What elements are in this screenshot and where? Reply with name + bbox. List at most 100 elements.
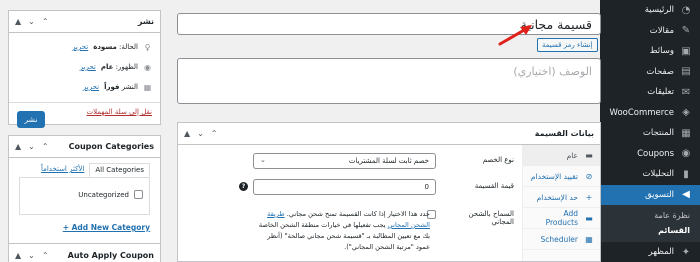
tab-scheduler[interactable]: ▦ Scheduler <box>523 229 600 250</box>
help-icon[interactable]: ? <box>239 182 248 191</box>
amount-label: قيمة القسيمة <box>474 182 514 190</box>
discount-type-select[interactable]: خصم ثابت لسلة المشتريات ⌄ <box>253 153 436 169</box>
menu-item-coupons[interactable]: ◉ Coupons <box>600 144 700 165</box>
restriction-icon: ⊘ <box>585 171 593 181</box>
status-text: الحالة: مسودة <box>93 43 138 51</box>
tab-all-categories[interactable]: All Categories <box>89 163 150 177</box>
pages-icon: ▤ <box>681 66 691 78</box>
visibility-row: ◉ الظهور: عام تحرير <box>17 61 152 73</box>
tab-usage-limits[interactable]: + حد الإستخدام <box>523 187 600 208</box>
submenu-overview[interactable]: نظرة عامة <box>600 208 700 223</box>
schedule-row: ▦ النشر فوراً تحرير <box>17 81 152 93</box>
schedule-text: النشر فوراً <box>104 83 138 91</box>
toggle-icon[interactable]: ▲ <box>184 129 190 138</box>
chevron-up-icon[interactable]: ⌃ <box>42 17 49 26</box>
generate-coupon-code-button[interactable]: إنشاء رمز قسيمة <box>537 38 598 52</box>
appearance-icon: ✦ <box>681 246 691 258</box>
tab-label: Add Products <box>545 209 578 227</box>
menu-item-appearance[interactable]: ✦ المظهر <box>600 242 700 262</box>
chevron-down-icon: ⌄ <box>260 156 266 164</box>
category-label: Uncategorized <box>78 190 129 199</box>
menu-item-analytics[interactable]: ▮ التحليلات <box>600 164 700 185</box>
toggle-icon[interactable]: ▲ <box>15 17 21 26</box>
tab-most-used[interactable]: الأكثر استخداماً <box>36 163 89 177</box>
tab-general[interactable]: ▬ عام <box>523 145 600 166</box>
pin-icon: ✎ <box>681 25 691 37</box>
description-textarea[interactable]: الوصف (اختياري) <box>177 58 601 104</box>
woo-icon: ◈ <box>682 107 690 119</box>
menu-label: WooCommerce <box>609 107 674 118</box>
menu-label: Coupons <box>637 148 674 159</box>
category-item: Uncategorized <box>78 190 143 199</box>
visibility-text: الظهور: عام <box>101 63 138 71</box>
eye-icon: ◉ <box>144 62 151 72</box>
menu-item-posts[interactable]: ✎ مقالات <box>600 21 700 42</box>
chevron-up-icon[interactable]: ⌃ <box>42 251 49 260</box>
menu-item-media[interactable]: ▣ وسائط <box>600 41 700 62</box>
postbox-controls: ▲ ⌄ ⌃ <box>15 251 49 260</box>
menu-label: مقالات <box>649 25 674 36</box>
category-checklist: Uncategorized <box>19 177 150 215</box>
edit-status-link[interactable]: تحرير <box>72 43 88 51</box>
chevron-down-icon[interactable]: ⌄ <box>28 17 35 26</box>
menu-item-products[interactable]: ▦ المنتجات <box>600 123 700 144</box>
menu-label: صفحات <box>646 66 674 77</box>
chevron-up-icon[interactable]: ⌃ <box>211 129 218 138</box>
menu-label: الرئيسية <box>644 5 674 16</box>
visibility-value: عام <box>100 63 114 71</box>
chevron-down-icon[interactable]: ⌄ <box>28 142 35 151</box>
status-label: الحالة: <box>119 43 138 51</box>
coupon-data-header: ▲ ⌄ ⌃ بيانات القسيمة <box>178 123 600 145</box>
coupon-data-box: ▲ ⌄ ⌃ بيانات القسيمة ▬ عام ⊘ تقييد الإستخد… <box>177 122 601 262</box>
annotation-arrow-icon <box>498 25 532 46</box>
media-icon: ▣ <box>681 45 691 57</box>
discount-type-row: نوع الخصم خصم ثابت لسلة المشتريات ⌄ <box>186 153 514 169</box>
publish-button[interactable]: نشر <box>17 111 45 128</box>
amount-row: قيمة القسيمة 0 ? <box>186 179 514 195</box>
categories-header: ▲ ⌄ ⌃ Coupon Categories <box>9 136 160 158</box>
submenu-coupons[interactable]: القسائم <box>600 223 700 238</box>
categories-title: Coupon Categories <box>68 142 154 151</box>
free-shipping-description: حدد هذا الاختيار إذا كانت القسيمة تمنح ش… <box>258 209 430 253</box>
menu-item-pages[interactable]: ▤ صفحات <box>600 62 700 83</box>
title-input[interactable]: قسيمة مجانية <box>177 13 601 35</box>
scheduler-icon: ▦ <box>585 234 593 244</box>
move-to-trash-link[interactable]: نقل إلى سلة المهملات <box>87 108 152 116</box>
menu-label: المنتجات <box>642 128 674 139</box>
tab-add-products[interactable]: ▬ Add Products <box>523 208 600 229</box>
limits-icon: + <box>585 192 593 202</box>
menu-item-dashboard[interactable]: ◔ الرئيسية <box>600 0 700 21</box>
amount-input[interactable]: 0 <box>253 179 436 195</box>
schedule-label: النشر <box>121 83 138 91</box>
auto-apply-coupon-box: ▲ ⌄ ⌃ Auto Apply Coupon <box>8 243 161 262</box>
postbox-controls: ▲ ⌄ ⌃ <box>184 129 218 138</box>
admin-sidebar: ◔ الرئيسية ✎ مقالات ▣ وسائط ▤ صفحات ✉ تعليقات… <box>594 0 700 262</box>
publish-divider <box>9 102 160 103</box>
chevron-down-icon[interactable]: ⌄ <box>197 129 204 138</box>
chevron-up-icon[interactable]: ⌃ <box>42 142 49 151</box>
toggle-icon[interactable]: ▲ <box>15 142 21 151</box>
edit-schedule-link[interactable]: تحرير <box>83 83 99 91</box>
visibility-label: الظهور: <box>115 63 138 71</box>
edit-visibility-link[interactable]: تحرير <box>80 63 96 71</box>
coupons-icon: ◉ <box>681 148 691 160</box>
tab-usage-restriction[interactable]: ⊘ تقييد الإستخدام <box>523 166 600 187</box>
category-checkbox[interactable] <box>134 190 143 199</box>
chevron-down-icon[interactable]: ⌄ <box>28 251 35 260</box>
add-new-category-link[interactable]: + Add New Category <box>63 223 150 232</box>
free-shipping-desc-text: حدد هذا الاختيار إذا كانت القسيمة تمنح ش… <box>286 210 430 218</box>
amount-value: 0 <box>424 183 429 191</box>
products-icon: ▦ <box>681 127 691 139</box>
tab-label: Scheduler <box>540 234 578 244</box>
coupon-data-tabs: ▬ عام ⊘ تقييد الإستخدام + حد الإستخدام ▬ Add… <box>522 145 600 261</box>
postbox-controls: ▲ ⌄ ⌃ <box>15 142 49 151</box>
general-panel: نوع الخصم خصم ثابت لسلة المشتريات ⌄ قيمة… <box>178 145 522 261</box>
menu-item-woocommerce[interactable]: ◈ WooCommerce <box>600 103 700 124</box>
auto-apply-title: Auto Apply Coupon <box>67 250 154 260</box>
menu-item-marketing[interactable]: ◀ التسويق <box>594 184 700 205</box>
toggle-icon[interactable]: ▲ <box>15 251 21 260</box>
marketing-icon: ◀ <box>682 189 690 201</box>
menu-item-comments[interactable]: ✉ تعليقات <box>600 82 700 103</box>
coupon-data-title: بيانات القسيمة <box>534 129 594 138</box>
coupon-categories-box: ▲ ⌄ ⌃ Coupon Categories All Categories ا… <box>8 135 161 251</box>
